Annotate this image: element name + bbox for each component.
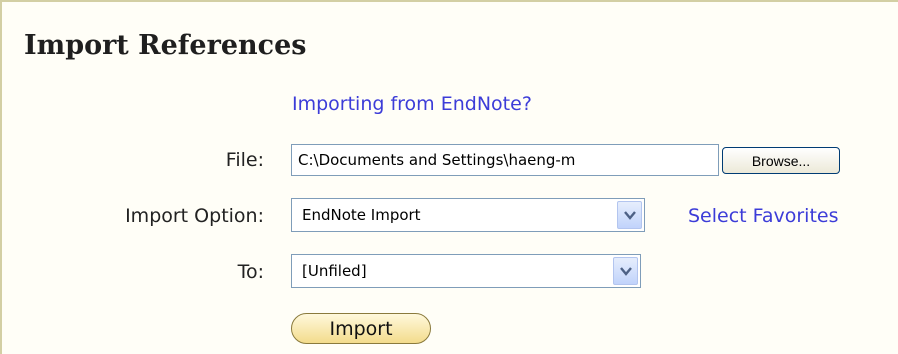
import-option-value: EndNote Import <box>302 206 421 224</box>
file-path-input[interactable] <box>291 144 719 176</box>
browse-button[interactable]: Browse... <box>722 147 840 174</box>
importing-from-endnote-link[interactable]: Importing from EndNote? <box>292 90 532 118</box>
to-folder-value: [Unfiled] <box>302 262 367 280</box>
chevron-down-icon[interactable] <box>613 257 638 285</box>
chevron-down-icon[interactable] <box>617 201 642 229</box>
import-option-select[interactable]: EndNote Import <box>291 198 645 232</box>
select-favorites-link[interactable]: Select Favorites <box>688 202 838 230</box>
to-folder-select[interactable]: [Unfiled] <box>291 254 641 288</box>
import-panel: Import References Importing from EndNote… <box>0 0 898 354</box>
import-option-label: Import Option: <box>125 205 264 227</box>
to-label: To: <box>237 261 264 283</box>
file-label: File: <box>225 149 264 171</box>
import-button[interactable]: Import <box>291 313 431 344</box>
page-title: Import References <box>24 30 307 61</box>
